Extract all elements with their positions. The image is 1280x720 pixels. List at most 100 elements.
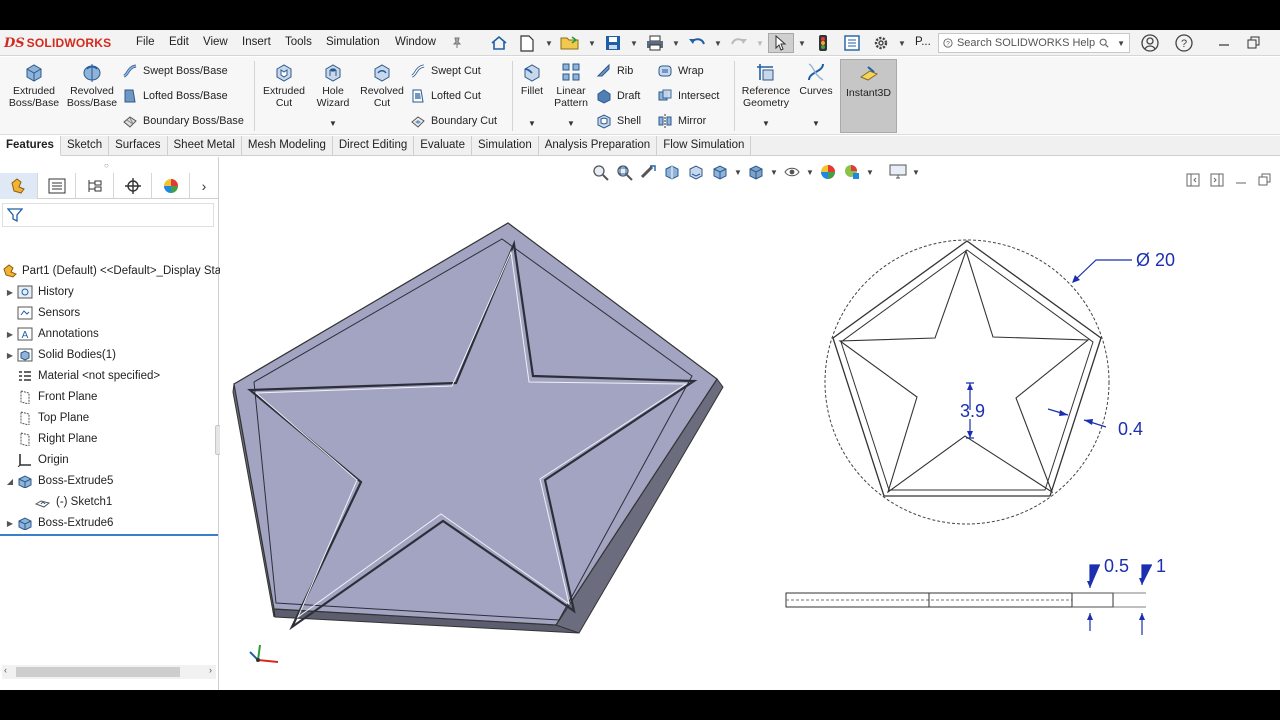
- sketch-side-view[interactable]: [785, 592, 1114, 608]
- menu-truncated[interactable]: P...: [915, 36, 931, 48]
- fillet-button[interactable]: Fillet: [516, 61, 548, 97]
- linear-pattern-button[interactable]: Linear Pattern: [550, 61, 592, 109]
- chevron-down-icon[interactable]: ▼: [528, 119, 536, 128]
- tree-item-right-plane[interactable]: Right Plane: [4, 429, 222, 449]
- extruded-cut-button[interactable]: Extruded Cut: [258, 61, 310, 109]
- lofted-boss-button[interactable]: Lofted Boss/Base: [122, 88, 228, 104]
- pin-icon[interactable]: [450, 33, 464, 53]
- tree-item-sketch1[interactable]: (-) Sketch1: [22, 492, 240, 512]
- tree-item-solid-bodies[interactable]: ▶ Solid Bodies(1): [4, 345, 222, 365]
- help-search-input[interactable]: ? Search SOLIDWORKS Help ▼: [938, 33, 1130, 53]
- tree-item-boss-extrude5[interactable]: ◢ Boss-Extrude5: [4, 471, 222, 491]
- tab-mesh-modeling[interactable]: Mesh Modeling: [242, 136, 333, 156]
- star-depth-dimension[interactable]: 3.9: [960, 401, 985, 421]
- pentagon-plate-model[interactable]: [232, 222, 724, 634]
- expand-arrow-icon[interactable]: ▶: [4, 330, 16, 339]
- property-manager-tab[interactable]: [38, 173, 76, 199]
- tree-item-origin[interactable]: Origin: [4, 450, 222, 470]
- tree-item-front-plane[interactable]: Front Plane: [4, 387, 222, 407]
- restore-window-icon[interactable]: [1244, 33, 1264, 53]
- tree-root-part[interactable]: Part1 (Default) <<Default>_Display Sta: [2, 261, 221, 281]
- help-question-icon[interactable]: ?: [1174, 33, 1194, 53]
- sketch-top-view[interactable]: [824, 239, 1110, 525]
- tree-item-top-plane[interactable]: Top Plane: [4, 408, 222, 428]
- tree-item-material[interactable]: Material <not specified>: [4, 366, 222, 386]
- feature-manager-tab[interactable]: [0, 173, 38, 199]
- swept-boss-button[interactable]: Swept Boss/Base: [122, 63, 228, 79]
- tree-item-boss-extrude6[interactable]: ▶ Boss-Extrude6: [4, 513, 222, 533]
- file-properties-icon[interactable]: [842, 33, 862, 53]
- redo-icon[interactable]: [728, 33, 750, 53]
- expand-arrow-icon[interactable]: ▶: [4, 519, 16, 528]
- chevron-down-icon[interactable]: ▼: [898, 33, 906, 53]
- tab-features[interactable]: Features: [0, 136, 61, 156]
- menu-window[interactable]: Window: [395, 36, 436, 48]
- new-document-icon[interactable]: [518, 33, 536, 53]
- tab-sheet-metal[interactable]: Sheet Metal: [168, 136, 242, 156]
- minimize-icon[interactable]: [1214, 33, 1234, 53]
- chevron-down-icon[interactable]: ▼: [329, 119, 337, 128]
- chevron-down-icon[interactable]: ▼: [1117, 39, 1125, 48]
- offset-dimension[interactable]: 0.4: [1118, 419, 1143, 439]
- tab-analysis-preparation[interactable]: Analysis Preparation: [539, 136, 658, 156]
- panel-grip-icon[interactable]: ○: [104, 161, 109, 170]
- chevron-down-icon[interactable]: ▼: [672, 33, 680, 53]
- revolved-cut-button[interactable]: Revolved Cut: [358, 61, 406, 109]
- tab-direct-editing[interactable]: Direct Editing: [333, 136, 415, 156]
- chevron-down-icon[interactable]: ▼: [630, 33, 638, 53]
- tree-horizontal-scrollbar[interactable]: ‹ ›: [2, 665, 216, 679]
- expand-arrow-icon[interactable]: ▶: [4, 351, 16, 360]
- chevron-down-icon[interactable]: ▼: [588, 33, 596, 53]
- dimxpert-tab[interactable]: [114, 173, 152, 199]
- scroll-right-icon[interactable]: ›: [209, 665, 212, 675]
- chevron-down-icon[interactable]: ▼: [567, 119, 575, 128]
- draft-button[interactable]: Draft: [596, 88, 640, 104]
- menu-tools[interactable]: Tools: [285, 36, 312, 48]
- chevron-down-icon[interactable]: ▼: [762, 119, 770, 128]
- extruded-boss-button[interactable]: Extruded Boss/Base: [6, 61, 62, 109]
- home-icon[interactable]: [488, 33, 510, 53]
- tree-item-annotations[interactable]: ▶ A Annotations: [4, 324, 222, 344]
- tree-item-history[interactable]: ▶ History: [4, 282, 222, 302]
- menu-edit[interactable]: Edit: [169, 36, 189, 48]
- undo-icon[interactable]: [686, 33, 708, 53]
- chevron-down-icon[interactable]: ▼: [812, 119, 820, 128]
- tab-sketch[interactable]: Sketch: [61, 136, 110, 156]
- groove-depth-dimension[interactable]: 0.5: [1104, 556, 1129, 576]
- select-pointer-icon[interactable]: [768, 33, 794, 53]
- chevron-down-icon[interactable]: ▼: [798, 33, 806, 53]
- thickness-dimension[interactable]: 1: [1156, 556, 1166, 576]
- scroll-thumb[interactable]: [16, 667, 180, 677]
- chevron-right-icon[interactable]: ›: [190, 173, 218, 198]
- mirror-button[interactable]: Mirror: [657, 113, 706, 129]
- expand-arrow-icon[interactable]: ▶: [4, 288, 16, 297]
- scroll-left-icon[interactable]: ‹: [4, 665, 7, 675]
- tab-surfaces[interactable]: Surfaces: [109, 136, 168, 156]
- solidworks-logo[interactable]: DS SOLIDWORKS: [4, 35, 111, 51]
- chevron-down-icon[interactable]: ▼: [756, 33, 764, 53]
- tab-flow-simulation[interactable]: Flow Simulation: [657, 136, 752, 156]
- swept-cut-button[interactable]: Swept Cut: [410, 63, 481, 79]
- menu-insert[interactable]: Insert: [242, 36, 271, 48]
- menu-simulation[interactable]: Simulation: [326, 36, 380, 48]
- reference-geometry-button[interactable]: Reference Geometry: [738, 61, 794, 109]
- user-account-icon[interactable]: [1140, 33, 1160, 53]
- display-manager-tab[interactable]: [152, 173, 190, 199]
- open-folder-icon[interactable]: [558, 33, 582, 53]
- rebuild-traffic-light-icon[interactable]: [814, 33, 832, 53]
- intersect-button[interactable]: Intersect: [657, 88, 719, 104]
- gear-icon[interactable]: [870, 33, 892, 53]
- boundary-cut-button[interactable]: Boundary Cut: [410, 113, 497, 129]
- diameter-dimension[interactable]: Ø 20: [1136, 250, 1175, 270]
- graphics-area[interactable]: ▼ ▼ ▼ ▼ ▼ Ø 20 3.9 0.4 0.5 1: [220, 157, 1280, 690]
- rollback-bar[interactable]: [0, 534, 218, 536]
- instant3d-button[interactable]: Instant3D: [840, 59, 897, 133]
- print-icon[interactable]: [644, 33, 666, 53]
- shell-button[interactable]: Shell: [596, 113, 641, 129]
- tab-simulation[interactable]: Simulation: [472, 136, 539, 156]
- configuration-manager-tab[interactable]: [76, 173, 114, 199]
- chevron-down-icon[interactable]: ▼: [714, 33, 722, 53]
- chevron-down-icon[interactable]: ▼: [545, 33, 553, 53]
- hole-wizard-button[interactable]: Hole Wizard: [310, 61, 356, 109]
- search-icon[interactable]: [1099, 37, 1109, 49]
